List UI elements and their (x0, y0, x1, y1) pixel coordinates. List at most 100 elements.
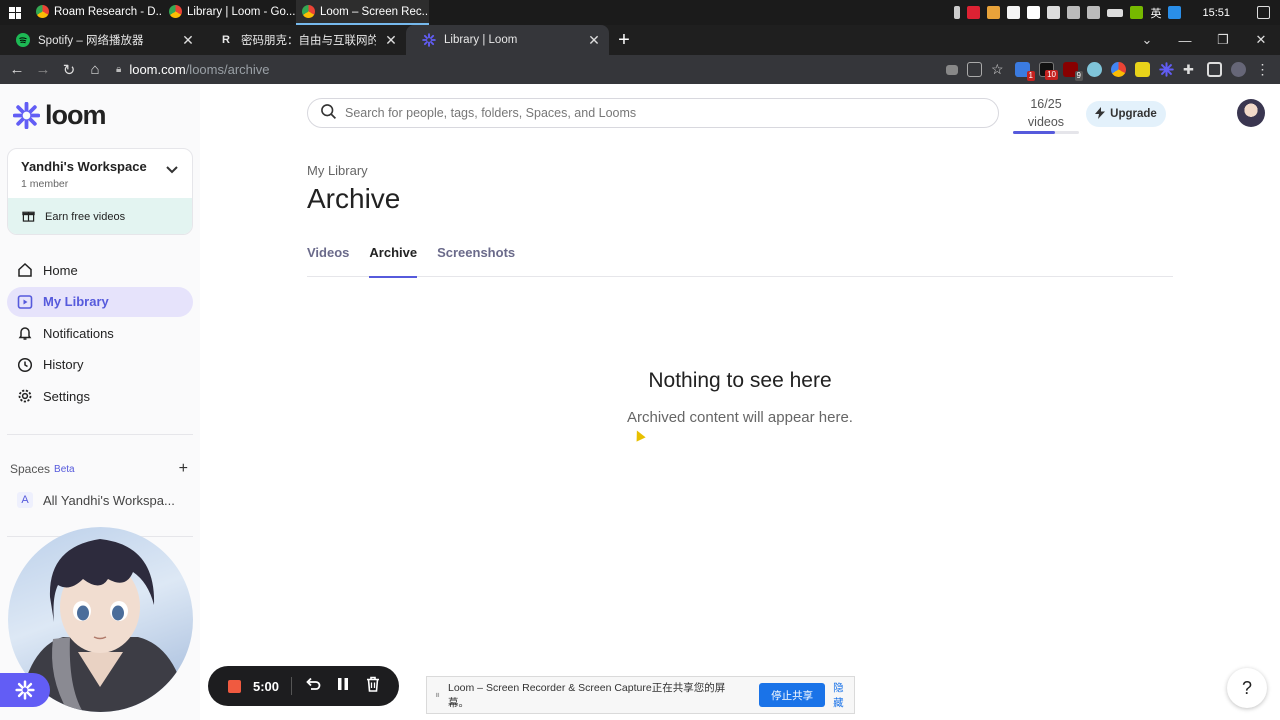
taskbar-app-roam[interactable]: Roam Research - D... (30, 0, 163, 25)
drag-handle-icon[interactable]: ⏸ (435, 690, 440, 701)
nvidia-icon[interactable] (1130, 6, 1144, 19)
add-space-button[interactable]: + (179, 460, 188, 478)
notification-center-icon[interactable] (1257, 6, 1270, 19)
lock-icon: 🔒︎ (116, 64, 122, 75)
space-item-all-workspace[interactable]: A All Yandhi's Workspa... (17, 492, 175, 508)
extension-icon[interactable]: 10 (1039, 62, 1058, 80)
empty-state-subtitle: Archived content will appear here. (627, 409, 853, 426)
pause-icon[interactable] (334, 677, 352, 695)
gear-icon (17, 388, 33, 404)
clock-icon (17, 357, 33, 373)
du-icon[interactable] (1168, 6, 1182, 19)
mic-icon[interactable] (954, 6, 961, 19)
profile-avatar-icon[interactable] (1231, 62, 1246, 77)
browser-tab-loom[interactable]: Library | Loom ✕ (406, 25, 609, 55)
loom-extension-icon[interactable] (1159, 62, 1174, 77)
workspace-switcher[interactable]: Yandhi's Workspace 1 member Earn free vi… (7, 148, 193, 235)
back-icon[interactable]: ← (4, 55, 30, 84)
taskbar-app-loom-recorder[interactable]: Loom – Screen Rec... (296, 0, 429, 25)
spaces-header: Spaces Beta + (10, 460, 188, 478)
extension-icon[interactable] (1111, 62, 1126, 77)
wifi-icon[interactable] (1067, 6, 1081, 19)
earn-free-videos-link[interactable]: Earn free videos (8, 198, 192, 234)
reload-icon[interactable]: ↻ (56, 55, 82, 84)
shield-icon[interactable] (1027, 6, 1041, 19)
windows-taskbar: Roam Research - D... Library | Loom - Go… (0, 0, 1280, 25)
loom-record-fab[interactable] (0, 673, 50, 707)
windows-logo-icon (9, 6, 21, 19)
camera-blocked-icon[interactable] (946, 64, 958, 75)
stop-recording-button[interactable] (228, 679, 241, 693)
browser-toolbar: ← → ↻ ⌂ 🔒︎ loom.com/looms/archive ☆ 1 10… (0, 55, 1280, 84)
upgrade-button[interactable]: Upgrade (1086, 101, 1166, 127)
close-icon[interactable]: ✕ (587, 32, 601, 49)
sidebar-item-my-library[interactable]: My Library (7, 286, 193, 317)
tab-archive[interactable]: Archive (369, 244, 417, 278)
cat-icon[interactable] (987, 6, 1001, 19)
tray-app-icon[interactable] (1007, 6, 1021, 19)
window-close-icon[interactable]: ✕ (1242, 32, 1280, 48)
avatar[interactable] (1237, 99, 1265, 127)
windows-start-button[interactable] (0, 0, 30, 25)
browser-tab-strip: Spotify – 网络播放器 ✕ R 密码朋克：自由与互联网的未来 ✕ Lib… (0, 25, 1280, 55)
sidebar-item-notifications[interactable]: Notifications (7, 318, 193, 348)
address-bar[interactable]: 🔒︎ loom.com/looms/archive (116, 55, 886, 84)
control-divider (291, 677, 293, 695)
sidebar-item-history[interactable]: History (7, 350, 193, 380)
home-button-icon[interactable]: ⌂ (82, 55, 108, 84)
restart-icon[interactable] (304, 677, 322, 695)
bookmark-star-icon[interactable]: ☆ (991, 62, 1006, 77)
ime-indicator[interactable]: 英 (1150, 5, 1161, 21)
hide-sharing-bar-link[interactable]: 隐藏 (833, 680, 854, 710)
breadcrumb[interactable]: My Library (307, 163, 368, 178)
help-button[interactable]: ? (1227, 668, 1267, 708)
browser-tab-spotify[interactable]: Spotify – 网络播放器 ✕ (0, 25, 203, 55)
menu-kebab-icon[interactable]: ⋮ (1255, 62, 1270, 77)
sidepanel-icon[interactable] (1207, 62, 1222, 77)
search-icon (320, 103, 337, 123)
search-input[interactable]: Search for people, tags, folders, Spaces… (307, 98, 999, 128)
video-quota[interactable]: 16/25 videos (1013, 95, 1079, 131)
ublock-icon[interactable]: 9 (1063, 62, 1083, 81)
tab-videos[interactable]: Videos (307, 244, 349, 277)
home-icon (17, 262, 33, 278)
restore-icon[interactable]: ❐ (1204, 32, 1242, 48)
screen-sharing-bar: ⏸ Loom – Screen Recorder & Screen Captur… (426, 676, 855, 714)
trash-icon[interactable] (364, 676, 382, 696)
recording-timer: 5:00 (253, 678, 280, 694)
extension-icon[interactable]: 1 (1015, 62, 1035, 81)
share-icon[interactable] (967, 62, 982, 77)
tab-screenshots[interactable]: Screenshots (437, 244, 515, 277)
clock[interactable]: 15:51 (1202, 7, 1230, 19)
sharing-message: Loom – Screen Recorder & Screen Capture正… (448, 682, 726, 709)
taskbar-app-library-loom[interactable]: Library | Loom - Go... (163, 0, 296, 25)
r-logo-icon: R (222, 34, 230, 46)
battery-icon[interactable] (1107, 8, 1124, 17)
minimize-icon[interactable]: — (1166, 33, 1204, 48)
browser-tab-cypherpunks[interactable]: R 密码朋克：自由与互联网的未来 ✕ (203, 25, 406, 55)
library-tabs: Videos Archive Screenshots (307, 244, 1173, 278)
app-badge-icon[interactable] (967, 6, 981, 19)
taskbar-app-label: Loom – Screen Rec... (320, 5, 429, 18)
close-icon[interactable]: ✕ (181, 32, 195, 49)
recording-controls: 5:00 (208, 666, 399, 706)
tab-search-icon[interactable]: ⌄ (1128, 32, 1166, 48)
sidebar-item-home[interactable]: Home (7, 255, 193, 285)
forward-icon[interactable]: → (30, 55, 56, 84)
loom-logo[interactable]: loom (13, 100, 106, 131)
new-tab-button[interactable]: + (609, 25, 639, 55)
extension-icon[interactable] (1135, 62, 1150, 77)
extensions-area: ☆ 1 10 9 ✚ ⋮ (946, 62, 1280, 81)
volume-icon[interactable] (1087, 6, 1101, 19)
chrome-icon (302, 5, 315, 18)
stop-sharing-button[interactable]: 停止共享 (759, 683, 826, 707)
puzzle-icon[interactable]: ✚ (1183, 62, 1198, 77)
tab-title: 密码朋克：自由与互联网的未来 (241, 35, 376, 47)
quota-unit: videos (1027, 115, 1065, 129)
close-icon[interactable]: ✕ (384, 32, 398, 49)
quota-progress-bar (1013, 131, 1079, 134)
sidebar-item-settings[interactable]: Settings (7, 381, 193, 411)
chevron-down-icon[interactable] (166, 163, 178, 177)
extension-icon[interactable] (1087, 62, 1102, 77)
play-icon[interactable] (1047, 6, 1061, 19)
